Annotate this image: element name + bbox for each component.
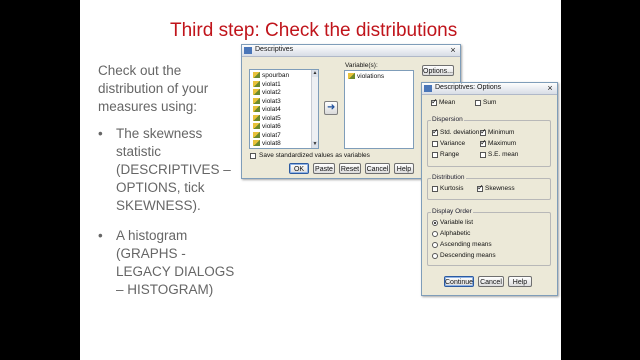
mean-label: Mean: [439, 99, 456, 106]
options-titlebar[interactable]: Descriptives: Options ×: [422, 83, 557, 95]
scale-variable-icon: [253, 140, 260, 147]
sum-checkbox[interactable]: [475, 100, 481, 106]
reset-button[interactable]: Reset: [339, 163, 361, 174]
variance-checkbox[interactable]: [432, 141, 438, 147]
minimum-label: Minimum: [488, 129, 515, 136]
source-list-scrollbar[interactable]: ▲ ▼: [311, 70, 318, 148]
skewness-label: Skewness: [485, 185, 515, 192]
ok-button[interactable]: OK: [289, 163, 309, 174]
maximum-checkbox[interactable]: [480, 138, 487, 147]
descriptives-title: Descriptives: [255, 46, 294, 53]
arrow-right-icon: ➜: [327, 102, 336, 113]
dispersion-title: Dispersion: [431, 116, 464, 124]
bullet-marker: •: [98, 126, 103, 141]
bullet-text: A histogram (GRAPHS - LEGACY DIALOGS – H…: [116, 228, 235, 297]
variable-list-label: Variable list: [440, 219, 474, 226]
range-label: Range: [440, 151, 460, 158]
skewness-checkbox[interactable]: [477, 183, 484, 192]
spss-app-icon: [244, 47, 252, 54]
alphabetic-radio[interactable]: [432, 231, 438, 237]
continue-button[interactable]: Continue: [444, 276, 474, 287]
distribution-title: Distribution: [431, 174, 466, 182]
descending-means-label: Descending means: [440, 252, 496, 259]
variable-list-radio[interactable]: [432, 220, 438, 226]
descriptives-titlebar[interactable]: Descriptives ×: [242, 45, 460, 57]
mean-checkbox[interactable]: [431, 97, 438, 106]
scale-variable-icon: [253, 89, 260, 96]
slide-intro: Check out the distribution of your measu…: [98, 63, 209, 114]
help-button[interactable]: Help: [508, 276, 532, 287]
save-standardized-label: Save standardized values as variables: [259, 152, 370, 159]
scale-variable-icon: [253, 123, 260, 130]
range-checkbox[interactable]: [432, 152, 438, 158]
kurtosis-checkbox[interactable]: [432, 186, 438, 192]
scale-variable-icon: [253, 114, 260, 121]
options-dialog: Descriptives: Options × Mean Sum Dispers…: [421, 82, 558, 296]
paste-button[interactable]: Paste: [313, 163, 335, 174]
cancel-button[interactable]: Cancel: [365, 163, 390, 174]
ascending-means-label: Ascending means: [440, 241, 492, 248]
minimum-checkbox[interactable]: [480, 127, 487, 136]
descending-means-radio[interactable]: [432, 253, 438, 259]
kurtosis-label: Kurtosis: [440, 185, 464, 192]
save-standardized-checkbox[interactable]: [250, 153, 256, 159]
list-item[interactable]: violat8: [253, 139, 281, 148]
close-icon[interactable]: ×: [545, 83, 555, 93]
display-order-title: Display Order: [431, 208, 473, 216]
bullet-marker: •: [98, 228, 103, 243]
selected-variables-list[interactable]: violations: [344, 70, 414, 149]
se-mean-label: S.E. mean: [488, 151, 519, 158]
scale-variable-icon: [253, 72, 260, 79]
ascending-means-radio[interactable]: [432, 242, 438, 248]
cancel-button[interactable]: Cancel: [478, 276, 504, 287]
scale-variable-icon: [253, 131, 260, 138]
options-button[interactable]: Options...: [422, 65, 454, 76]
scale-variable-icon: [253, 106, 260, 113]
alphabetic-label: Alphabetic: [440, 230, 471, 237]
variance-label: Variance: [440, 140, 466, 147]
scale-variable-icon: [253, 80, 260, 87]
scroll-down-icon[interactable]: ▼: [312, 141, 318, 148]
maximum-label: Maximum: [488, 140, 517, 147]
scroll-up-icon[interactable]: ▲: [312, 70, 318, 77]
spss-app-icon: [424, 85, 432, 92]
source-variable-list[interactable]: spourban violat1 violat2 violat3 violat4 viol…: [249, 69, 319, 149]
options-title: Descriptives: Options: [435, 84, 502, 91]
move-variable-button[interactable]: ➜: [324, 101, 338, 115]
help-button[interactable]: Help: [394, 163, 414, 174]
list-item[interactable]: violations: [348, 72, 384, 81]
se-mean-checkbox[interactable]: [480, 152, 486, 158]
std-deviation-label: Std. deviation: [440, 129, 480, 136]
slide-title: Third step: Check the distributions: [170, 20, 458, 41]
scale-variable-icon: [348, 73, 355, 80]
variables-label: Variable(s):: [345, 62, 378, 69]
std-deviation-checkbox[interactable]: [432, 127, 439, 136]
scale-variable-icon: [253, 97, 260, 104]
close-icon[interactable]: ×: [448, 45, 458, 55]
sum-label: Sum: [483, 99, 497, 106]
bullet-text: The skewness statistic (DESCRIPTIVES – O…: [116, 126, 231, 213]
